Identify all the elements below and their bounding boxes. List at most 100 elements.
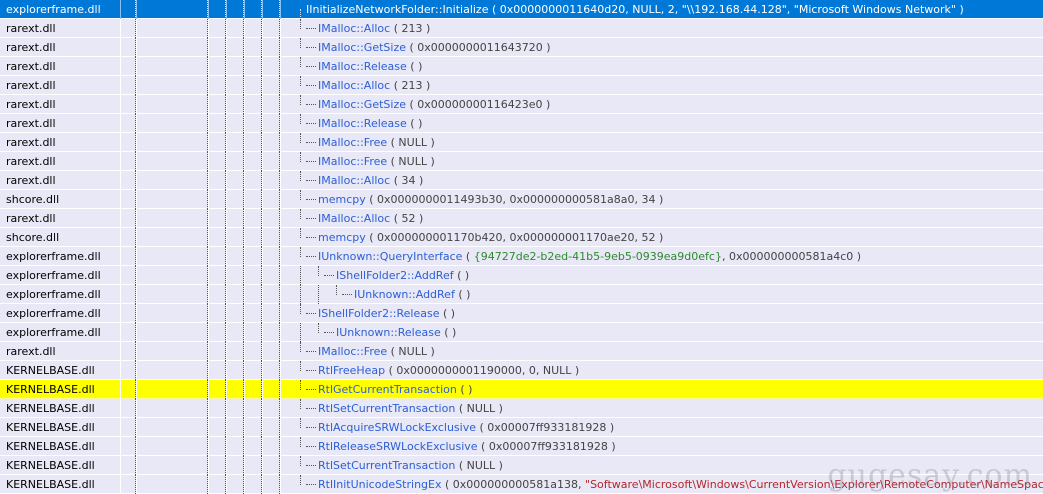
column-divider [262, 171, 263, 190]
tree-guide-line [225, 247, 226, 266]
trace-row[interactable]: KERNELBASE.dll RtlInitUnicodeStringEx ( 0… [0, 475, 1043, 494]
column-divider [136, 19, 137, 38]
column-divider [208, 285, 209, 304]
trace-row[interactable]: KERNELBASE.dll RtlGetCurrentTransaction (… [0, 380, 1043, 399]
trace-row[interactable]: KERNELBASE.dll RtlReleaseSRWLockExclusive… [0, 437, 1043, 456]
trace-row[interactable]: rarext.dll IMalloc::Free ( NULL ) [0, 133, 1043, 152]
api-trace-grid[interactable]: explorerframe.dll IInitializeNetworkFolde… [0, 0, 1043, 494]
trace-row[interactable]: explorerframe.dll IShellFolder2::Release … [0, 304, 1043, 323]
interface-name: IMalloc [318, 22, 357, 35]
trace-row[interactable]: rarext.dll IMalloc::GetSize ( 0x000000001… [0, 95, 1043, 114]
api-call: IUnknown::Release ( ) [336, 323, 456, 342]
tree-guide-line [135, 171, 136, 190]
argument-text: ( ) [410, 60, 423, 73]
api-call: memcpy ( 0x0000000011493b30, 0x000000000… [318, 190, 663, 209]
trace-row[interactable]: rarext.dll IMalloc::Alloc ( 34 ) [0, 171, 1043, 190]
function-name: GetSize [363, 41, 406, 54]
argument-text: ) [955, 3, 964, 16]
function-name: GetSize [363, 98, 406, 111]
trace-row[interactable]: rarext.dll IMalloc::Alloc ( 213 ) [0, 19, 1043, 38]
trace-row[interactable]: explorerframe.dll IUnknown::QueryInterfac… [0, 247, 1043, 266]
api-call: IMalloc::GetSize ( 0x00000000116423e0 ) [318, 95, 550, 114]
column-divider [120, 342, 121, 361]
column-divider [120, 418, 121, 437]
column-divider [244, 152, 245, 171]
column-divider [226, 247, 227, 266]
module-cell: explorerframe.dll [6, 288, 101, 301]
trace-row[interactable]: KERNELBASE.dll RtlFreeHeap ( 0x0000000001… [0, 361, 1043, 380]
string-argument: "Software\Microsoft\Windows\CurrentVersi… [585, 478, 1043, 491]
column-divider [120, 437, 121, 456]
column-divider [226, 19, 227, 38]
trace-row[interactable]: explorerframe.dll IUnknown::AddRef ( ) [0, 285, 1043, 304]
column-divider [262, 475, 263, 494]
argument-text: ( 213 ) [393, 22, 431, 35]
column-divider [120, 285, 121, 304]
api-call: RtlReleaseSRWLockExclusive ( 0x00007ff93… [318, 437, 616, 456]
tree-guide-line [261, 361, 262, 380]
tree-guide-line [243, 266, 244, 285]
trace-row[interactable]: rarext.dll IMalloc::Release ( ) [0, 114, 1043, 133]
column-divider [226, 342, 227, 361]
trace-row[interactable]: explorerframe.dll IShellFolder2::AddRef (… [0, 266, 1043, 285]
module-cell: explorerframe.dll [6, 3, 101, 16]
trace-row[interactable]: explorerframe.dll IUnknown::Release ( ) [0, 323, 1043, 342]
column-divider [226, 0, 227, 19]
column-divider [280, 323, 281, 342]
trace-row[interactable]: rarext.dll IMalloc::Free ( NULL ) [0, 152, 1043, 171]
column-divider [136, 380, 137, 399]
column-divider [120, 323, 121, 342]
column-divider [136, 114, 137, 133]
column-divider [262, 209, 263, 228]
trace-row[interactable]: shcore.dll memcpy ( 0x000000001170b420, 0… [0, 228, 1043, 247]
tree-guide-line [225, 114, 226, 133]
tree-guide-line [300, 342, 301, 352]
argument-text: ( 0x000000001170b420, 0x000000001170ae20… [369, 231, 664, 244]
tree-guide-line [243, 152, 244, 171]
trace-row[interactable]: rarext.dll IMalloc::Free ( NULL ) [0, 342, 1043, 361]
tree-guide-line [261, 399, 262, 418]
trace-row[interactable]: rarext.dll IMalloc::Alloc ( 213 ) [0, 76, 1043, 95]
column-divider [226, 152, 227, 171]
column-divider [208, 57, 209, 76]
tree-connector [306, 465, 316, 466]
argument-text: ( 0x0000000001190000, 0, NULL ) [388, 364, 580, 377]
function-name: Alloc [363, 212, 391, 225]
trace-row[interactable]: rarext.dll IMalloc::GetSize ( 0x000000001… [0, 38, 1043, 57]
tree-guide-line [207, 152, 208, 171]
tree-guide-line [135, 285, 136, 304]
tree-guide-line [225, 228, 226, 247]
trace-row[interactable]: shcore.dll memcpy ( 0x0000000011493b30, 0… [0, 190, 1043, 209]
tree-guide-line [207, 133, 208, 152]
column-divider [226, 228, 227, 247]
column-divider [280, 399, 281, 418]
api-call: memcpy ( 0x000000001170b420, 0x000000001… [318, 228, 663, 247]
column-divider [120, 228, 121, 247]
trace-row[interactable]: KERNELBASE.dll RtlAcquireSRWLockExclusive… [0, 418, 1043, 437]
trace-row[interactable]: KERNELBASE.dll RtlSetCurrentTransaction (… [0, 399, 1043, 418]
column-divider [262, 266, 263, 285]
tree-guide-line [135, 0, 136, 19]
column-divider [208, 0, 209, 19]
argument-text: ( 34 ) [393, 174, 424, 187]
trace-row[interactable]: explorerframe.dll IInitializeNetworkFolde… [0, 0, 1043, 19]
api-call: RtlFreeHeap ( 0x0000000001190000, 0, NUL… [318, 361, 579, 380]
column-divider [120, 190, 121, 209]
column-divider [136, 437, 137, 456]
column-divider [136, 456, 137, 475]
column-divider [120, 114, 121, 133]
column-divider [136, 57, 137, 76]
module-cell: KERNELBASE.dll [6, 402, 95, 415]
trace-row[interactable]: KERNELBASE.dll RtlSetCurrentTransaction (… [0, 456, 1043, 475]
trace-row[interactable]: rarext.dll IMalloc::Release ( ) [0, 57, 1043, 76]
scope-separator: :: [356, 345, 364, 358]
tree-guide-line [225, 209, 226, 228]
interface-name: IUnknown [336, 326, 391, 339]
column-divider [244, 133, 245, 152]
column-divider [208, 456, 209, 475]
string-argument: "\\192.168.44.128" [681, 3, 787, 16]
interface-name: IMalloc [318, 41, 357, 54]
tree-guide-line [225, 171, 226, 190]
tree-guide-line [300, 437, 301, 447]
trace-row[interactable]: rarext.dll IMalloc::Alloc ( 52 ) [0, 209, 1043, 228]
